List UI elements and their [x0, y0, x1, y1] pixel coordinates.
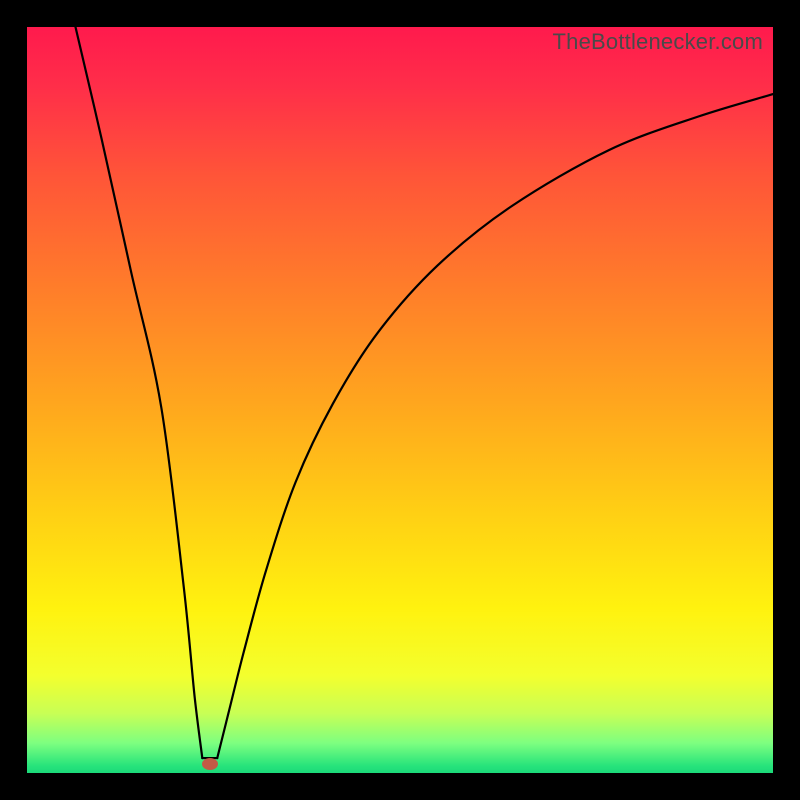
frame-border-right — [773, 0, 800, 800]
curve-right-branch — [217, 94, 773, 758]
plot-area: TheBottlenecker.com — [27, 27, 773, 773]
bottleneck-curve — [27, 27, 773, 773]
curve-left-branch — [75, 27, 202, 758]
watermark-text: TheBottlenecker.com — [553, 29, 763, 55]
optimal-point-marker — [202, 758, 218, 770]
frame-border-bottom — [0, 773, 800, 800]
chart-frame: TheBottlenecker.com — [0, 0, 800, 800]
frame-border-top — [0, 0, 800, 27]
frame-border-left — [0, 0, 27, 800]
